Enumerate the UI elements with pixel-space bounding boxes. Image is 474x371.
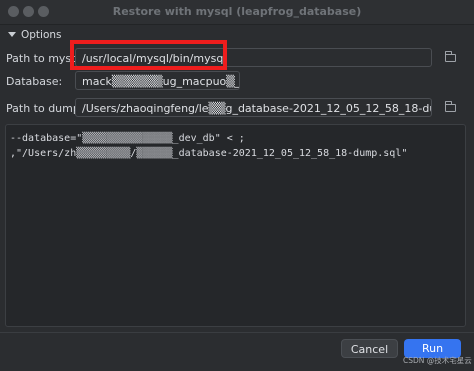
options-section-toggle[interactable]: Options	[8, 29, 62, 41]
triangle-down-icon	[8, 32, 16, 37]
database-input[interactable]: mack▒▒▒▒▒▒ug_macpuo▒_dev_db	[75, 71, 240, 90]
browse-mysql-button[interactable]	[441, 48, 459, 67]
browse-dump-button[interactable]	[441, 98, 459, 117]
cancel-button[interactable]: Cancel	[341, 339, 398, 358]
watermark-text: CSDN @技术宅星云	[403, 356, 472, 365]
highlight-box	[70, 40, 227, 70]
path-to-dump-input[interactable]: /Users/zhaoqingfeng/le▒▒g_database-2021_…	[75, 98, 432, 117]
title-bar: Restore with mysql (leapfrog_database)	[0, 0, 474, 25]
command-preview[interactable]: --database="▒▒▒▒▒▒▒▒▒▒▒▒▒▒▒_dev_db" < ;,…	[5, 124, 466, 327]
options-label: Options	[21, 29, 62, 41]
path-to-dump-label: Path to dump:	[6, 102, 84, 115]
command-line: --database="▒▒▒▒▒▒▒▒▒▒▒▒▒▒▒_dev_db" < ;	[10, 133, 245, 144]
footer-divider	[0, 332, 474, 333]
folder-icon	[444, 100, 456, 112]
database-label: Database:	[6, 75, 63, 88]
window-title: Restore with mysql (leapfrog_database)	[112, 5, 362, 18]
command-line: ,"/Users/zh▒▒▒▒▒▒▒▒▒/▒▒▒▒▒▒_database-202…	[10, 148, 408, 159]
folder-icon	[444, 50, 456, 62]
